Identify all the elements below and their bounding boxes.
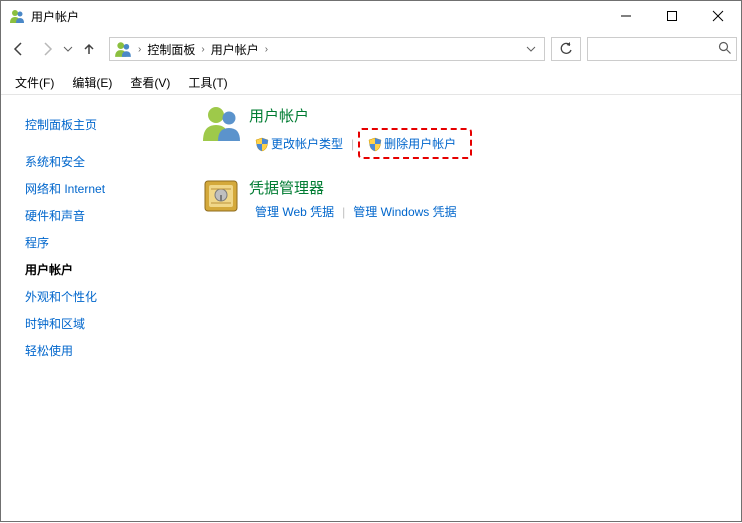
search-input[interactable] xyxy=(587,37,737,61)
category-credential-manager: 凭据管理器 管理 Web 凭据 | 管理 Windows 凭据 xyxy=(201,175,729,223)
menubar: 文件(F) 编辑(E) 查看(V) 工具(T) xyxy=(1,71,741,95)
sidebar-item-appearance-personalization[interactable]: 外观和个性化 xyxy=(25,283,177,310)
recent-locations-button[interactable] xyxy=(61,35,75,63)
menu-file[interactable]: 文件(F) xyxy=(7,72,62,93)
app-icon xyxy=(9,8,25,24)
sidebar-item-system-security[interactable]: 系统和安全 xyxy=(25,148,177,175)
sidebar-item-control-panel-home[interactable]: 控制面板主页 xyxy=(25,111,177,138)
sidebar-item-clock-region[interactable]: 时钟和区域 xyxy=(25,310,177,337)
link-label: 删除用户帐户 xyxy=(384,135,456,152)
chevron-right-icon[interactable]: › xyxy=(263,44,270,55)
address-bar-icon xyxy=(114,40,132,58)
toolbar: › 控制面板 › 用户帐户 › xyxy=(1,31,741,67)
menu-view[interactable]: 查看(V) xyxy=(122,72,178,93)
titlebar: 用户帐户 xyxy=(1,1,741,31)
sidebar-item-user-accounts[interactable]: 用户帐户 xyxy=(25,256,177,283)
minimize-button[interactable] xyxy=(603,1,649,31)
menu-edit[interactable]: 编辑(E) xyxy=(64,72,120,93)
address-bar[interactable]: › 控制面板 › 用户帐户 › xyxy=(109,37,545,61)
content-area: 控制面板主页 系统和安全 网络和 Internet 硬件和声音 程序 用户帐户 … xyxy=(1,95,741,523)
search-icon[interactable] xyxy=(718,41,732,58)
breadcrumb-item[interactable]: 用户帐户 xyxy=(207,41,263,58)
separator: | xyxy=(340,205,347,219)
separator: | xyxy=(349,137,356,151)
sidebar: 控制面板主页 系统和安全 网络和 Internet 硬件和声音 程序 用户帐户 … xyxy=(1,95,189,523)
refresh-button[interactable] xyxy=(551,37,581,61)
menu-tools[interactable]: 工具(T) xyxy=(180,72,235,93)
window-controls xyxy=(603,1,741,31)
sidebar-item-hardware-sound[interactable]: 硬件和声音 xyxy=(25,202,177,229)
user-accounts-icon xyxy=(201,103,241,143)
category-title-user-accounts[interactable]: 用户帐户 xyxy=(249,105,472,126)
category-title-credential-manager[interactable]: 凭据管理器 xyxy=(249,177,463,198)
breadcrumb-item[interactable]: 控制面板 xyxy=(143,41,199,58)
shield-icon xyxy=(255,137,269,151)
up-button[interactable] xyxy=(75,35,103,63)
link-label: 管理 Windows 凭据 xyxy=(353,203,456,220)
sidebar-item-programs[interactable]: 程序 xyxy=(25,229,177,256)
link-manage-windows-credentials[interactable]: 管理 Windows 凭据 xyxy=(347,200,462,223)
link-label: 管理 Web 凭据 xyxy=(255,203,334,220)
category-user-accounts: 用户帐户 更改帐户类型 | xyxy=(201,103,729,159)
shield-icon xyxy=(368,137,382,151)
maximize-button[interactable] xyxy=(649,1,695,31)
address-dropdown-button[interactable] xyxy=(520,38,542,60)
forward-button[interactable] xyxy=(33,35,61,63)
breadcrumb: › 控制面板 › 用户帐户 › xyxy=(136,41,270,58)
highlighted-annotation: 删除用户帐户 xyxy=(358,128,472,159)
close-button[interactable] xyxy=(695,1,741,31)
sidebar-item-ease-of-access[interactable]: 轻松使用 xyxy=(25,337,177,364)
chevron-right-icon[interactable]: › xyxy=(136,44,143,55)
chevron-right-icon[interactable]: › xyxy=(199,44,206,55)
link-label: 更改帐户类型 xyxy=(271,135,343,152)
main-panel: 用户帐户 更改帐户类型 | xyxy=(189,95,741,523)
sidebar-item-network-internet[interactable]: 网络和 Internet xyxy=(25,175,177,202)
credential-manager-icon xyxy=(201,175,241,215)
link-delete-user-account[interactable]: 删除用户帐户 xyxy=(362,132,462,155)
window-title: 用户帐户 xyxy=(31,8,79,25)
back-button[interactable] xyxy=(5,35,33,63)
link-change-account-type[interactable]: 更改帐户类型 xyxy=(249,132,349,155)
link-manage-web-credentials[interactable]: 管理 Web 凭据 xyxy=(249,200,340,223)
